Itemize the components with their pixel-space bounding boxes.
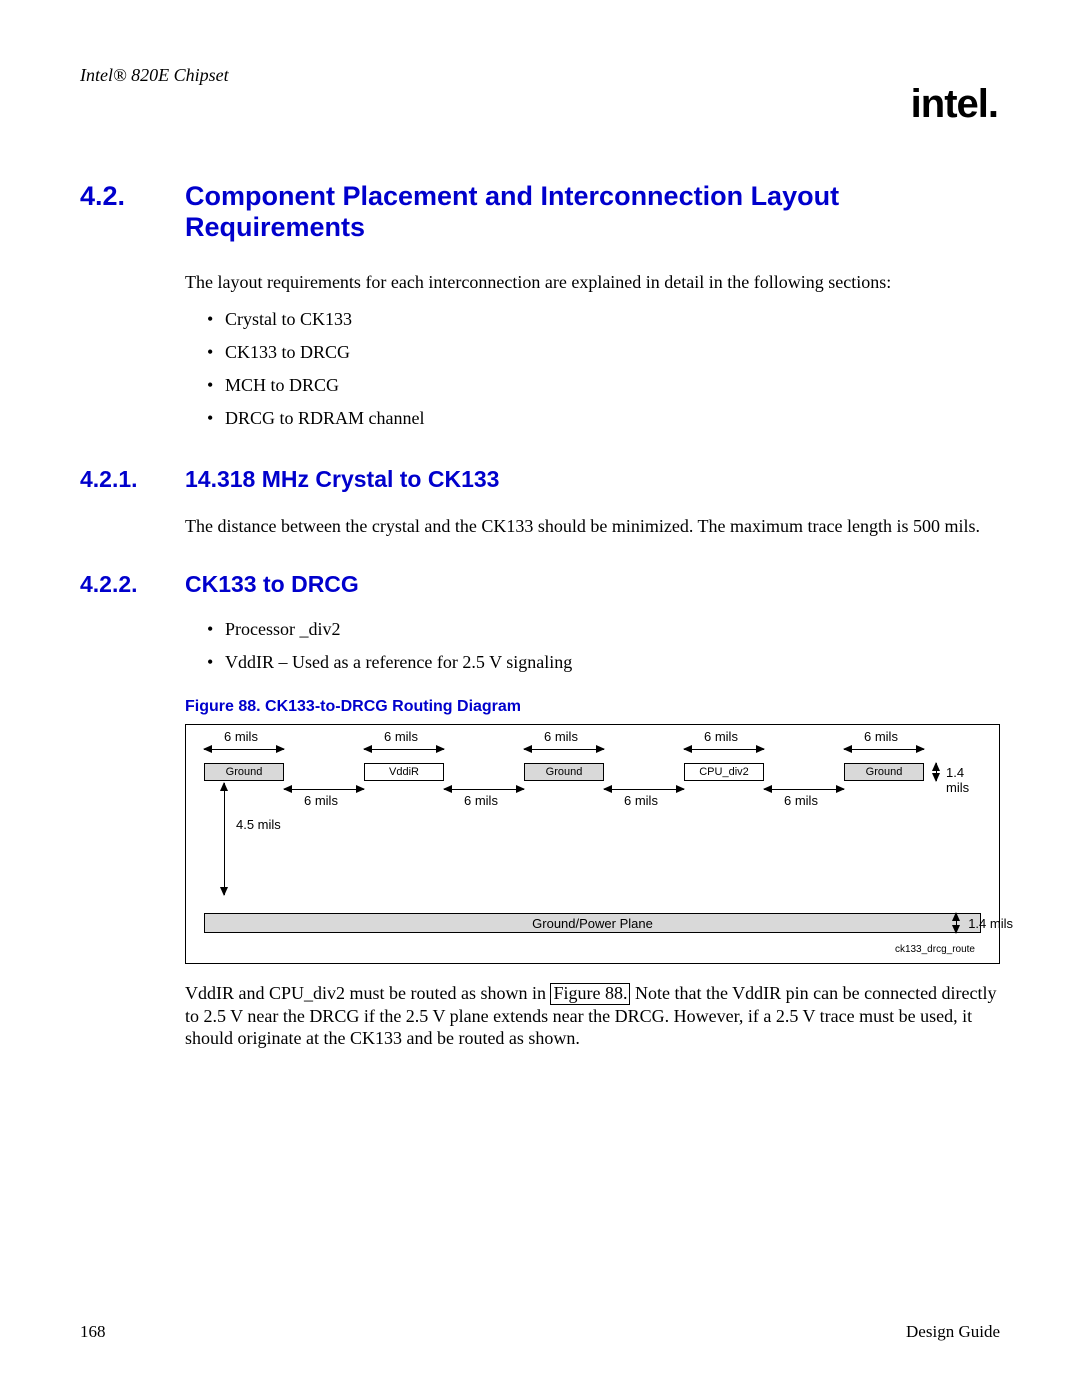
dimension-row-bottom: 6 mils 6 mils 6 mils 6 mils bbox=[204, 783, 981, 801]
dimension-arrow-vertical bbox=[224, 783, 225, 895]
subsection-number: 4.2.1. bbox=[80, 466, 185, 493]
closing-para: VddIR and CPU_div2 must be routed as sho… bbox=[185, 982, 1000, 1050]
doc-title: Design Guide bbox=[906, 1322, 1000, 1342]
list-item: CK133 to DRCG bbox=[207, 339, 1000, 366]
subsection-bullet-list: Processor _div2 VddIR – Used as a refere… bbox=[207, 616, 1000, 676]
figure-frame: 6 mils 6 mils 6 mils 6 mils 6 mils Groun… bbox=[185, 724, 1000, 964]
dimension-arrow bbox=[284, 789, 364, 790]
trace-box-ground: Ground bbox=[844, 763, 924, 781]
subsection-heading: 4.2.2. CK133 to DRCG bbox=[80, 571, 1000, 598]
trace-box-ground: Ground bbox=[524, 763, 604, 781]
logo-dot: . bbox=[988, 82, 998, 126]
dimension-row-top: 6 mils 6 mils 6 mils 6 mils 6 mils bbox=[204, 743, 981, 761]
subsection-number: 4.2.2. bbox=[80, 571, 185, 598]
dimension-arrow bbox=[444, 789, 524, 790]
section-number: 4.2. bbox=[80, 181, 185, 243]
dimension-label: 1.4 mils bbox=[968, 916, 1013, 931]
dimension-arrow-vertical bbox=[936, 763, 937, 781]
subsection-title: 14.318 MHz Crystal to CK133 bbox=[185, 466, 499, 493]
dimension-label: 4.5 mils bbox=[236, 817, 281, 832]
dimension-arrow bbox=[524, 749, 604, 750]
figure-caption: Figure 88. CK133-to-DRCG Routing Diagram bbox=[185, 698, 1000, 716]
trace-row: Ground VddiR Ground CPU_div2 Ground 1.4 … bbox=[204, 763, 981, 781]
ground-power-plane: Ground/Power Plane bbox=[204, 913, 981, 933]
dimension-arrow bbox=[204, 749, 284, 750]
trace-box-cpudiv2: CPU_div2 bbox=[684, 763, 764, 781]
list-item: DRCG to RDRAM channel bbox=[207, 405, 1000, 432]
dimension-arrow bbox=[684, 749, 764, 750]
dimension-label: 6 mils bbox=[384, 729, 418, 744]
running-header: Intel® 820E Chipset bbox=[80, 65, 1000, 86]
section-title: Component Placement and Interconnection … bbox=[185, 181, 1000, 243]
list-item: MCH to DRCG bbox=[207, 372, 1000, 399]
dimension-arrow bbox=[604, 789, 684, 790]
dimension-label: 6 mils bbox=[464, 793, 498, 808]
trace-box-vddir: VddiR bbox=[364, 763, 444, 781]
list-item: VddIR – Used as a reference for 2.5 V si… bbox=[207, 649, 1000, 676]
logo-text: intel bbox=[911, 82, 988, 126]
dimension-label: 6 mils bbox=[784, 793, 818, 808]
section-bullet-list: Crystal to CK133 CK133 to DRCG MCH to DR… bbox=[207, 306, 1000, 432]
section-intro: The layout requirements for each interco… bbox=[185, 271, 1000, 294]
section-heading: 4.2. Component Placement and Interconnec… bbox=[80, 181, 1000, 243]
dimension-label: 6 mils bbox=[704, 729, 738, 744]
dimension-label: 6 mils bbox=[864, 729, 898, 744]
dimension-label: 6 mils bbox=[624, 793, 658, 808]
dimension-label: 6 mils bbox=[544, 729, 578, 744]
list-item: Processor _div2 bbox=[207, 616, 1000, 643]
figure-crossref-link[interactable]: Figure 88. bbox=[550, 983, 630, 1005]
dimension-arrow-vertical bbox=[956, 913, 957, 933]
subsection-title: CK133 to DRCG bbox=[185, 571, 359, 598]
subsection-para: The distance between the crystal and the… bbox=[185, 515, 1000, 538]
trace-box-ground: Ground bbox=[204, 763, 284, 781]
figure-id: ck133_drcg_route bbox=[895, 944, 975, 955]
page-number: 168 bbox=[80, 1322, 106, 1342]
closing-pre: VddIR and CPU_div2 must be routed as sho… bbox=[185, 983, 550, 1003]
intel-logo: intel. bbox=[911, 82, 998, 127]
dimension-arrow bbox=[364, 749, 444, 750]
dimension-arrow bbox=[844, 749, 924, 750]
list-item: Crystal to CK133 bbox=[207, 306, 1000, 333]
dimension-label: 6 mils bbox=[304, 793, 338, 808]
dimension-arrow bbox=[764, 789, 844, 790]
subsection-heading: 4.2.1. 14.318 MHz Crystal to CK133 bbox=[80, 466, 1000, 493]
dimension-label: 6 mils bbox=[224, 729, 258, 744]
page-footer: 168 Design Guide bbox=[80, 1322, 1000, 1342]
